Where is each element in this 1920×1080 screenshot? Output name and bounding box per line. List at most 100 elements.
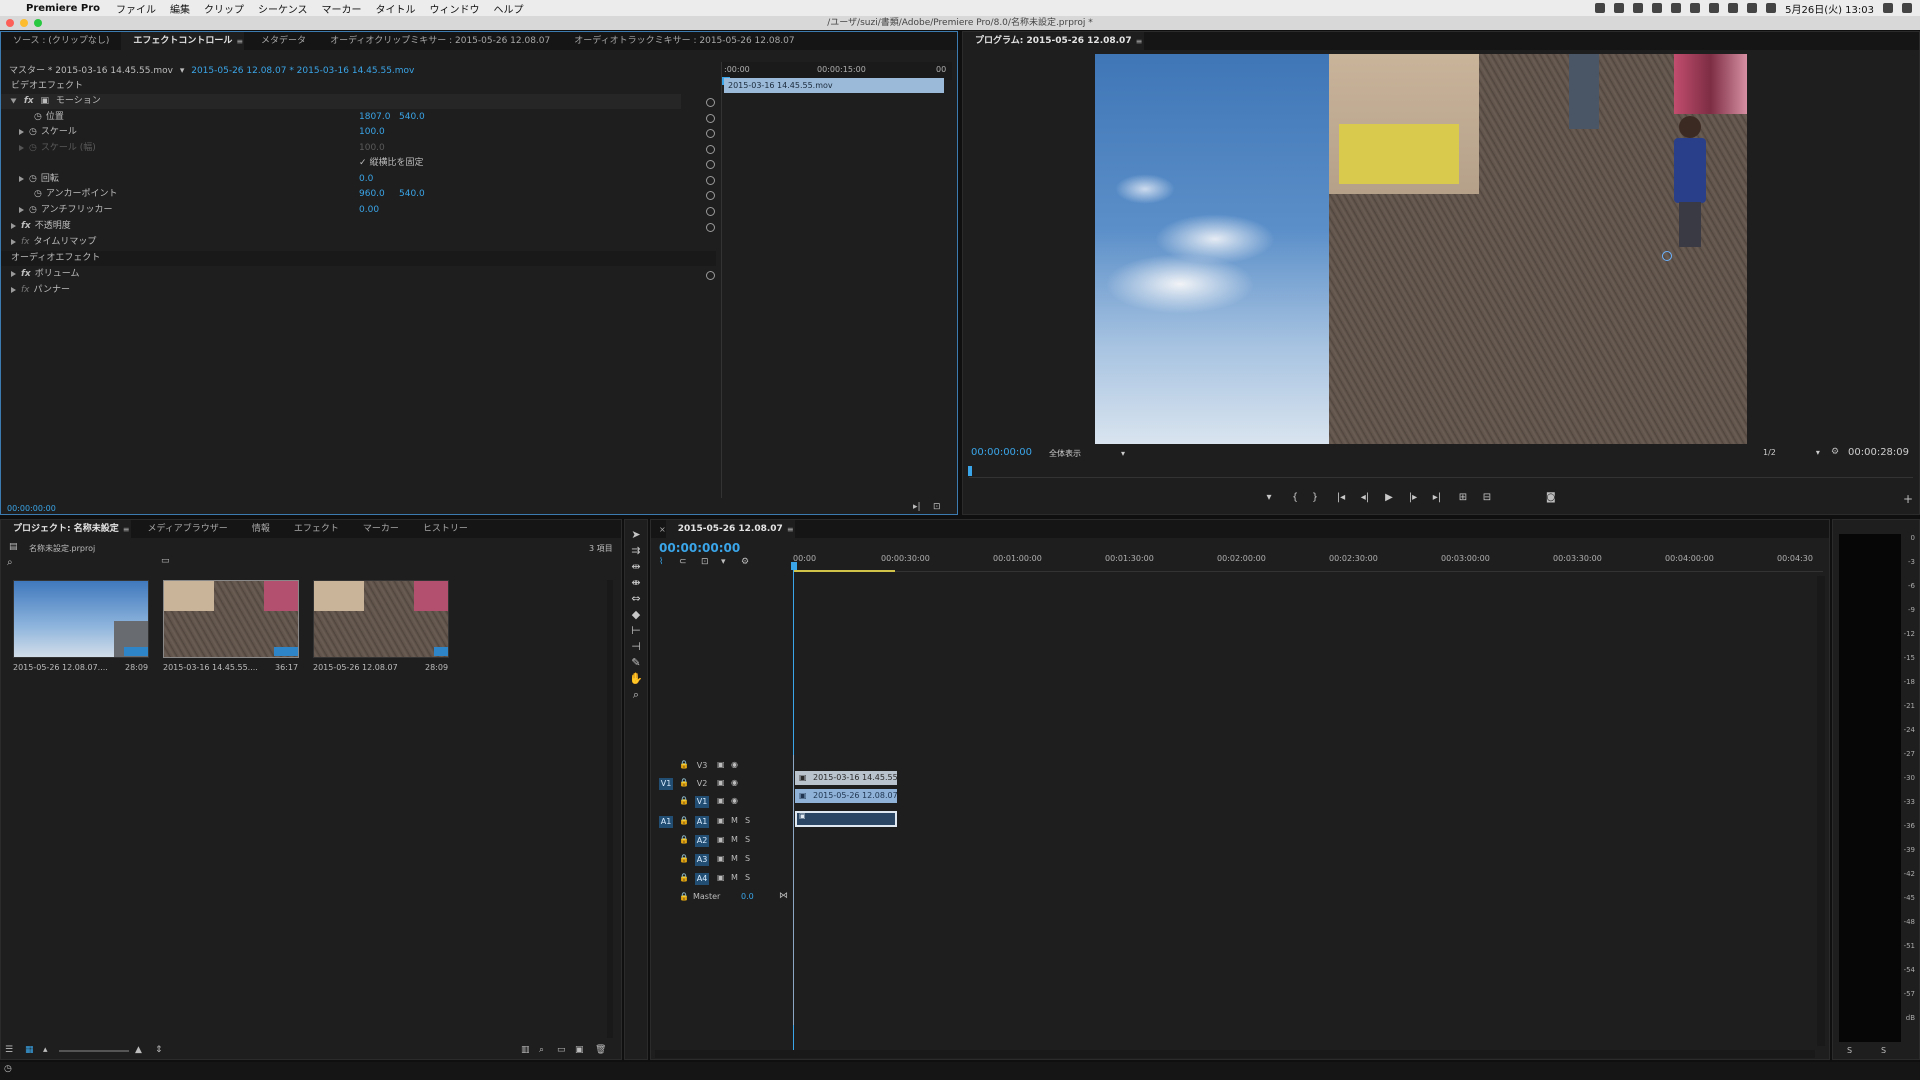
expand-triangle-icon[interactable] bbox=[19, 144, 24, 151]
reset-icon[interactable] bbox=[706, 191, 715, 200]
position-y-value[interactable]: 540.0 bbox=[399, 110, 425, 125]
reset-icon[interactable] bbox=[706, 271, 715, 280]
reset-icon[interactable] bbox=[706, 160, 715, 169]
fit-dropdown[interactable]: 全体表示 ▾ bbox=[1049, 448, 1125, 459]
zoom-window-button[interactable] bbox=[34, 19, 42, 27]
stopwatch-icon[interactable]: ◷ bbox=[34, 112, 42, 122]
track-label-a3[interactable]: A3 bbox=[695, 854, 709, 866]
scale-value[interactable]: 100.0 bbox=[359, 125, 385, 140]
track-label-v3[interactable]: V3 bbox=[695, 760, 709, 772]
lock-icon[interactable]: 🔒 bbox=[679, 760, 689, 769]
find-icon[interactable]: ⌕ bbox=[539, 1045, 544, 1055]
rotation-value[interactable]: 0.0 bbox=[359, 172, 373, 187]
overwrite-icon[interactable]: ⊟ bbox=[1481, 492, 1493, 504]
menu-title[interactable]: タイトル bbox=[376, 1, 416, 16]
zoom-in-icon[interactable]: ▲ bbox=[135, 1045, 142, 1055]
timeline-clip-v1[interactable]: ▣ 2015-05-26 12.08.07 bbox=[795, 789, 897, 803]
sync-lock-icon[interactable]: ▣ bbox=[717, 816, 725, 825]
solo-right-button[interactable]: S bbox=[1881, 1046, 1886, 1055]
uniform-scale-checkbox[interactable]: ✓ 縦横比を固定 bbox=[359, 156, 424, 171]
eye-icon[interactable]: ◉ bbox=[731, 778, 738, 787]
expand-triangle-icon[interactable] bbox=[19, 175, 24, 182]
minimize-window-button[interactable] bbox=[20, 19, 28, 27]
project-item-thumbnail[interactable] bbox=[13, 580, 149, 658]
tab-markers[interactable]: マーカー bbox=[351, 520, 411, 538]
camera-icon[interactable]: ◙ bbox=[1546, 492, 1556, 503]
stopwatch-icon[interactable]: ◷ bbox=[34, 189, 42, 199]
status-icon[interactable]: ◷ bbox=[4, 1064, 12, 1074]
menu-sequence[interactable]: シーケンス bbox=[258, 1, 308, 16]
lock-icon[interactable]: 🔒 bbox=[679, 835, 689, 844]
panel-menu-icon[interactable]: ≡ bbox=[787, 525, 794, 534]
menu-clock[interactable]: 5月26日(火) 13:03 bbox=[1785, 1, 1874, 16]
panel-divider[interactable] bbox=[721, 62, 722, 498]
lock-icon[interactable]: 🔒 bbox=[679, 892, 689, 901]
step-forward-icon[interactable]: |▸ bbox=[1407, 492, 1419, 504]
sync-lock-icon[interactable]: ▣ bbox=[717, 873, 725, 882]
project-item-name[interactable]: 2015-03-16 14.45.55.... bbox=[163, 663, 258, 672]
reset-icon[interactable] bbox=[706, 145, 715, 154]
add-marker-icon[interactable]: ▾ bbox=[1263, 492, 1275, 504]
program-timecode-value[interactable]: 00:00:00:00 bbox=[971, 447, 1032, 458]
spotlight-icon[interactable] bbox=[1883, 3, 1893, 13]
status-icon[interactable] bbox=[1671, 3, 1682, 13]
sync-lock-icon[interactable]: ▣ bbox=[717, 835, 725, 844]
tab-info[interactable]: 情報 bbox=[240, 520, 282, 538]
track-select-tool-icon[interactable]: ⇉ bbox=[628, 544, 644, 558]
new-bin-icon[interactable]: ▭ bbox=[557, 1045, 566, 1055]
work-area-bar[interactable] bbox=[793, 570, 895, 572]
stopwatch-icon[interactable]: ◷ bbox=[29, 174, 37, 184]
mute-button[interactable]: M bbox=[731, 835, 738, 844]
notification-center-icon[interactable] bbox=[1902, 3, 1912, 13]
add-marker-icon[interactable]: ▾ bbox=[721, 557, 726, 567]
sync-lock-icon[interactable]: ▣ bbox=[717, 760, 725, 769]
wrench-icon[interactable]: ⚙ bbox=[1831, 447, 1839, 457]
razor-tool-icon[interactable]: ◆ bbox=[628, 608, 644, 622]
automate-icon[interactable]: ▥ bbox=[521, 1045, 530, 1055]
lock-icon[interactable]: 🔒 bbox=[679, 873, 689, 882]
timeline-timecode[interactable]: 00:00:00:00 bbox=[659, 541, 740, 555]
source-patch[interactable] bbox=[659, 760, 673, 772]
zoom-out-icon[interactable]: ▴ bbox=[43, 1045, 48, 1055]
timeline-clip-a1[interactable]: ▣ bbox=[795, 811, 897, 827]
playhead-handle[interactable] bbox=[791, 562, 797, 570]
menu-app-name[interactable]: Premiere Pro bbox=[26, 3, 100, 14]
source-patch[interactable] bbox=[659, 796, 673, 808]
sync-lock-icon[interactable]: ▣ bbox=[717, 854, 725, 863]
mark-in-icon[interactable]: { bbox=[1289, 492, 1301, 504]
ripple-edit-tool-icon[interactable]: ⇹ bbox=[628, 560, 644, 574]
chevron-down-icon[interactable]: ▾ bbox=[1121, 449, 1125, 458]
anti-flicker-value[interactable]: 0.00 bbox=[359, 203, 379, 218]
timeline-clip-v2[interactable]: ▣ 2015-03-16 14.45.55 bbox=[795, 771, 897, 785]
menu-marker[interactable]: マーカー bbox=[322, 1, 362, 16]
lock-icon[interactable]: 🔒 bbox=[679, 816, 689, 825]
sync-lock-icon[interactable]: ▣ bbox=[717, 778, 725, 787]
effect-motion[interactable]: fx ▣ モーション bbox=[1, 94, 681, 109]
slip-tool-icon[interactable]: ⊢ bbox=[628, 624, 644, 638]
timeline-sequence-tab[interactable]: 2015-05-26 12.08.07 bbox=[665, 520, 795, 538]
menu-file[interactable]: ファイル bbox=[116, 1, 156, 16]
volume-icon[interactable] bbox=[1747, 3, 1758, 13]
program-timecode[interactable]: 00:00:00:00 bbox=[971, 447, 1032, 458]
close-tab-icon[interactable]: × bbox=[659, 525, 666, 534]
project-item-name[interactable]: 2015-05-26 12.08.07.... bbox=[13, 663, 108, 672]
project-item-name[interactable]: 2015-05-26 12.08.07 bbox=[313, 663, 398, 672]
mute-button[interactable]: M bbox=[731, 854, 738, 863]
sync-lock-icon[interactable]: ▣ bbox=[717, 796, 725, 805]
expand-triangle-icon[interactable] bbox=[19, 128, 24, 135]
expand-triangle-icon[interactable] bbox=[11, 222, 16, 229]
expand-triangle-icon[interactable] bbox=[11, 270, 16, 277]
zoom-slider[interactable] bbox=[59, 1050, 129, 1052]
export-icon[interactable]: ⊡ bbox=[933, 502, 941, 512]
effect-volume[interactable]: fx ボリューム bbox=[11, 267, 79, 282]
timeline-ruler[interactable]: 00:00 00:00:30:00 00:01:00:00 00:01:30:0… bbox=[793, 554, 1823, 572]
status-icon[interactable] bbox=[1709, 3, 1720, 13]
rolling-edit-tool-icon[interactable]: ⇼ bbox=[628, 576, 644, 590]
trash-icon[interactable]: 🗑 bbox=[595, 1045, 606, 1055]
icon-view-icon[interactable]: ▦ bbox=[25, 1045, 34, 1055]
stopwatch-icon[interactable]: ◷ bbox=[29, 127, 37, 137]
render-icon[interactable]: ▸| bbox=[913, 502, 921, 512]
selection-tool-icon[interactable]: ➤ bbox=[628, 528, 644, 542]
expand-triangle-icon[interactable] bbox=[10, 98, 17, 103]
solo-button[interactable]: S bbox=[745, 873, 750, 882]
